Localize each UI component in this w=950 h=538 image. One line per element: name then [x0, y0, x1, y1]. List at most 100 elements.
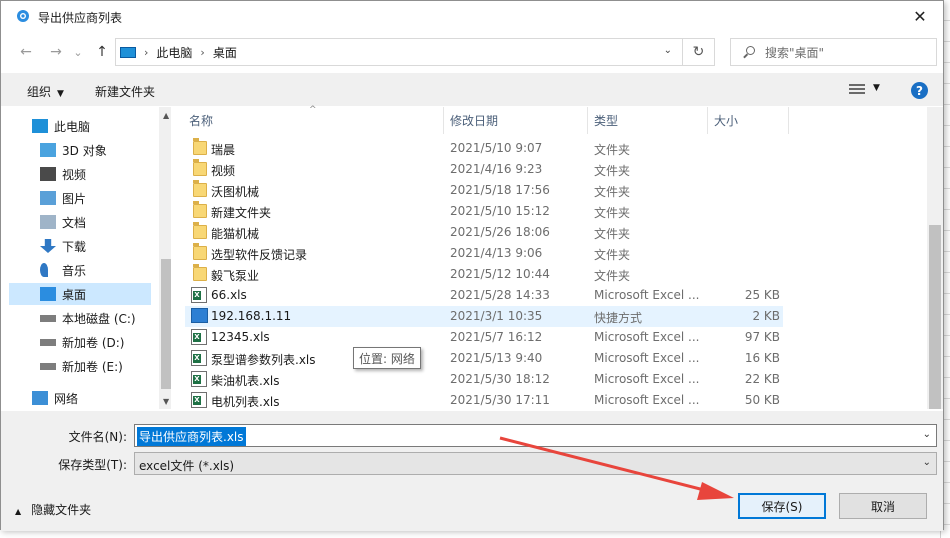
refresh-icon: ↻ [692, 44, 705, 60]
filetype-label: 保存类型(T): [58, 458, 127, 472]
video-icon [40, 167, 56, 181]
new-folder-button[interactable]: 新建文件夹 [95, 83, 155, 100]
file-row[interactable]: 192.168.1.11 2021/3/1 10:35 快捷方式 2 KB [185, 306, 783, 327]
desktop-icon [40, 287, 56, 301]
navigation-bar: ← → ⌄ ↑ › 此电脑 › 桌面 ⌄ ↻ 搜索"桌面" [1, 37, 943, 67]
file-type: 文件夹 [594, 248, 631, 262]
refresh-button[interactable]: ↻ [683, 38, 715, 66]
chevron-down-icon: ⌄ [922, 457, 931, 468]
filename-input[interactable]: 导出供应商列表.xls ⌄ [134, 424, 937, 447]
folder-icon [193, 180, 207, 197]
sidebar-item-label: 视频 [62, 167, 87, 182]
folder-icon [193, 159, 207, 176]
recent-locations-button[interactable]: ⌄ [67, 41, 89, 63]
file-row[interactable]: 视频 2021/4/16 9:23 文件夹 [185, 159, 783, 180]
save-button[interactable]: 保存(S) [738, 493, 826, 519]
file-row[interactable]: 电机列表.xls 2021/5/30 17:11 Microsoft Excel .… [185, 390, 783, 411]
sidebar-item[interactable]: 新加卷 (E:) [9, 355, 151, 377]
up-button[interactable]: ↑ [91, 41, 113, 63]
scroll-thumb[interactable] [929, 225, 941, 409]
sidebar-item[interactable]: 图片 [9, 187, 151, 209]
file-row[interactable]: 瑞晨 2021/5/10 9:07 文件夹 [185, 138, 783, 159]
column-header-name[interactable]: 名称 [189, 107, 213, 134]
close-icon: ✕ [913, 7, 927, 26]
sidebar-item[interactable]: 3D 对象 [9, 139, 151, 161]
file-row[interactable]: 66.xls 2021/5/28 14:33 Microsoft Excel ...… [185, 285, 783, 306]
file-name: 192.168.1.11 [211, 309, 292, 323]
column-divider[interactable] [587, 107, 588, 134]
folder-icon [193, 222, 207, 239]
file-type: 文件夹 [594, 206, 631, 220]
column-header-size[interactable]: 大小 [714, 107, 738, 134]
file-date: 2021/5/30 17:11 [450, 393, 550, 407]
help-icon[interactable]: ? [911, 82, 928, 99]
sidebar-item[interactable]: 文档 [9, 211, 151, 233]
file-row[interactable]: 柴油机表.xls 2021/5/30 18:12 Microsoft Excel .… [185, 369, 783, 390]
search-input[interactable]: 搜索"桌面" [730, 38, 937, 66]
forward-button[interactable]: → [45, 41, 67, 63]
sidebar-item[interactable]: 音乐 [9, 259, 151, 281]
back-button[interactable]: ← [15, 41, 37, 63]
column-divider[interactable] [443, 107, 444, 134]
file-date: 2021/5/7 16:12 [450, 330, 543, 344]
navigation-pane: 此电脑 3D 对象视频图片文档 下载 音乐 桌面 本地磁盘 (C:) 新加卷 (D:) 新加卷… [9, 107, 175, 409]
sidebar-item[interactable]: 新加卷 (D:) [9, 331, 151, 353]
sidebar-item[interactable]: 桌面 [9, 283, 151, 305]
file-type: 文件夹 [594, 269, 631, 283]
save-form: 文件名(N): 导出供应商列表.xls ⌄ 保存类型(T): excel文件 (… [1, 411, 943, 531]
sidebar-item[interactable]: 视频 [9, 163, 151, 185]
sidebar-item[interactable]: 下载 [9, 235, 151, 257]
file-row[interactable]: 12345.xls 2021/5/7 16:12 Microsoft Excel .… [185, 327, 783, 348]
view-options-icon[interactable] [849, 84, 865, 96]
file-list-scrollbar[interactable] [927, 107, 943, 409]
file-date: 2021/4/13 9:06 [450, 246, 543, 260]
chevron-down-icon[interactable]: ⌄ [923, 429, 931, 440]
scroll-up-icon[interactable]: ▲ [163, 111, 169, 120]
file-row[interactable]: 选型软件反馈记录 2021/4/13 9:06 文件夹 [185, 243, 783, 264]
sidebar-item[interactable]: 网络 [9, 387, 151, 409]
organize-menu[interactable]: 组织 ▼ [27, 83, 64, 100]
sidebar-item[interactable]: 此电脑 [9, 115, 151, 137]
filetype-select[interactable]: excel文件 (*.xls) ⌄ [134, 452, 937, 475]
file-name: 泵型谱参数列表.xls [211, 353, 316, 367]
sidebar-item-label: 新加卷 (D:) [62, 335, 125, 350]
file-row[interactable]: 新建文件夹 2021/5/10 15:12 文件夹 [185, 201, 783, 222]
back-arrow-icon: ← [20, 44, 32, 60]
excel-icon [191, 287, 207, 303]
address-bar[interactable]: › 此电脑 › 桌面 ⌄ [115, 38, 683, 66]
cancel-button[interactable]: 取消 [839, 493, 927, 519]
file-row[interactable]: 泵型谱参数列表.xls 2021/5/13 9:40 Microsoft Excel… [185, 348, 783, 369]
column-divider[interactable] [707, 107, 708, 134]
file-date: 2021/5/10 9:07 [450, 141, 543, 155]
scroll-down-icon[interactable]: ▼ [163, 397, 169, 406]
column-header-date[interactable]: 修改日期 [450, 107, 498, 134]
file-row[interactable]: 能猫机械 2021/5/26 18:06 文件夹 [185, 222, 783, 243]
filetype-value: excel文件 (*.xls) [139, 459, 235, 473]
column-divider[interactable] [788, 107, 789, 134]
file-date: 2021/5/26 18:06 [450, 225, 550, 239]
folder-icon [193, 264, 207, 281]
filename-label: 文件名(N): [68, 430, 127, 444]
file-date: 2021/5/30 18:12 [450, 372, 550, 386]
column-header-type[interactable]: 类型 [594, 107, 618, 134]
close-button[interactable]: ✕ [897, 1, 943, 32]
view-caret-icon[interactable]: ▼ [873, 83, 880, 93]
breadcrumb-this-pc[interactable]: 此电脑 [156, 44, 192, 61]
excel-icon [191, 371, 207, 387]
sidebar-item-label: 图片 [62, 191, 87, 206]
sidebar-item[interactable]: 本地磁盘 (C:) [9, 307, 151, 329]
file-row[interactable]: 毅飞泵业 2021/5/12 10:44 文件夹 [185, 264, 783, 285]
hide-folders-toggle[interactable]: ▲ 隐藏文件夹 [15, 501, 91, 518]
caret-down-icon: ▼ [57, 89, 64, 99]
location-tooltip: 位置: 网络 [353, 347, 421, 369]
drive-icon [40, 339, 56, 346]
file-type: 文件夹 [594, 143, 631, 157]
sidebar-item-label: 此电脑 [54, 119, 91, 134]
file-type: Microsoft Excel ... [594, 288, 700, 302]
file-type: Microsoft Excel ... [594, 351, 700, 365]
file-list: ^ 名称 修改日期 类型 大小 瑞晨 2021/5/10 9:07 文件夹 视频 202… [171, 105, 941, 411]
file-name: 12345.xls [211, 330, 270, 344]
breadcrumb-desktop[interactable]: 桌面 [213, 44, 237, 61]
file-row[interactable]: 沃图机械 2021/5/18 17:56 文件夹 [185, 180, 783, 201]
address-dropdown-icon[interactable]: ⌄ [664, 45, 672, 56]
